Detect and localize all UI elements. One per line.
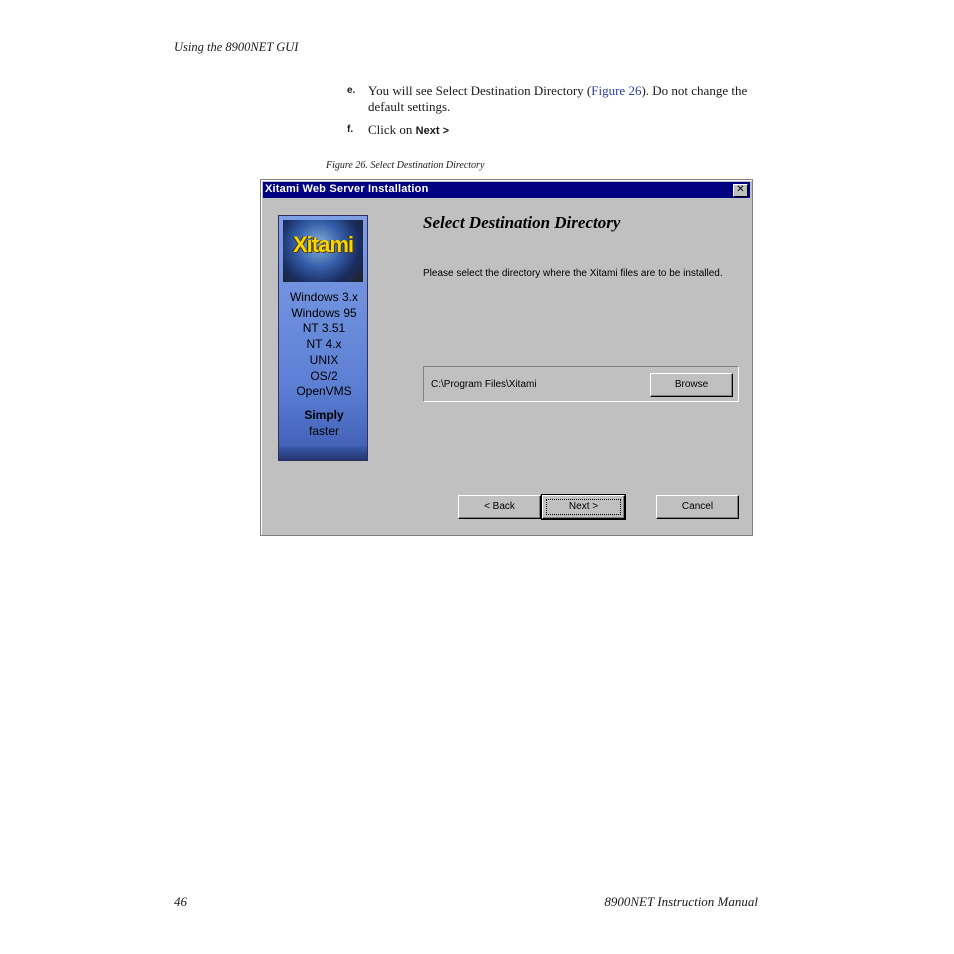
platform-item: Windows 3.x	[289, 290, 359, 304]
back-button[interactable]: < Back	[458, 495, 541, 519]
browse-button[interactable]: Browse	[650, 373, 733, 397]
installer-dialog: Xitami Web Server Installation ✕ Xitami …	[260, 179, 753, 536]
destination-path: C:\Program Files\Xitami	[431, 379, 537, 390]
manual-title: 8900NET Instruction Manual	[604, 894, 758, 909]
step-f-text: Click on Next >	[368, 122, 768, 139]
platform-item: NT 3.51	[302, 321, 346, 336]
platform-item: NT 4.x	[306, 337, 342, 352]
next-action-ref: Next >	[415, 125, 449, 137]
close-icon[interactable]: ✕	[733, 184, 748, 197]
step-e-text: You will see Select Destination Director…	[368, 83, 768, 115]
running-header: Using the 8900NET GUI	[174, 40, 299, 54]
platform-item: UNIX	[309, 352, 339, 367]
focus-rect	[546, 499, 621, 515]
tagline-simply: Simply	[304, 408, 344, 422]
tagline-faster: faster	[308, 424, 339, 438]
cancel-button[interactable]: Cancel	[656, 495, 739, 519]
banner-shade	[279, 446, 367, 460]
figure-26-link[interactable]: Figure 26	[591, 83, 641, 98]
dialog-instructions: Please select the directory where the Xi…	[423, 268, 723, 279]
step-f-pre: Click on	[368, 122, 416, 137]
dialog-heading: Select Destination Directory	[423, 213, 621, 232]
next-button[interactable]: Next >	[541, 494, 626, 520]
platform-item: OpenVMS	[296, 384, 352, 399]
xitami-banner: Xitami Windows 3.x Windows 95 NT 3.51 NT…	[278, 215, 368, 461]
platform-item: Windows 95	[291, 305, 357, 320]
xitami-logo: Xitami	[292, 232, 354, 257]
page-number: 46	[174, 894, 187, 909]
step-f-label: f.	[347, 124, 354, 135]
dialog-title: Xitami Web Server Installation	[265, 183, 429, 195]
step-e-pre: You will see Select Destination Director…	[368, 83, 592, 98]
step-e-label: e.	[347, 85, 356, 96]
figure-caption: Figure 26. Select Destination Directory	[326, 160, 485, 171]
platform-item: OS/2	[310, 368, 338, 383]
dialog-titlebar[interactable]: Xitami Web Server Installation ✕	[263, 182, 750, 198]
